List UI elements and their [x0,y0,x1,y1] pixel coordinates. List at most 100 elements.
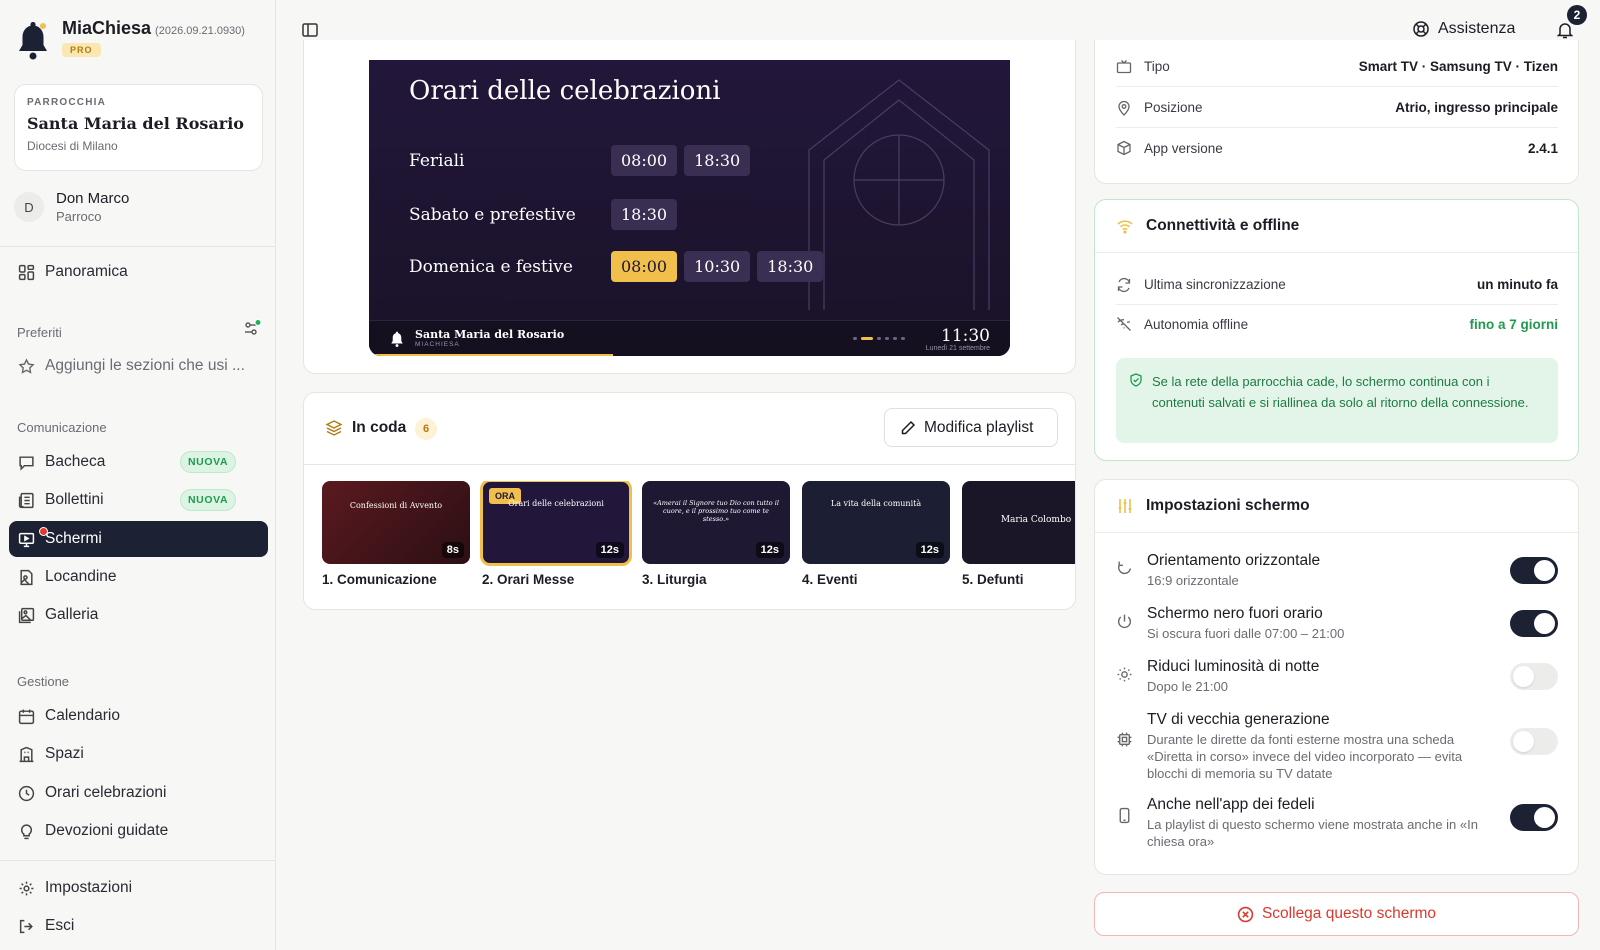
setting-black-screen: Schermo nero fuori orario Si oscura fuor… [1116,605,1558,642]
offline-note-text: Se la rete della parrocchia cade, lo sch… [1152,374,1529,410]
edit-playlist-button[interactable]: Modifica playlist [884,408,1058,447]
settings-header: Impostazioni schermo [1095,480,1578,533]
power-icon [1117,614,1132,629]
queue-thumb-title: «Amerai il Signore tuo Dio con tutto il … [653,499,779,523]
unlink-screen-button[interactable]: Scollega questo schermo [1094,892,1579,936]
queue-item-current[interactable]: ORA Orari delle celebrazioni 12s 2. Orar… [480,481,632,587]
info-value: fino a 7 giorni [1469,316,1558,332]
screen-settings-card: Impostazioni schermo Orientamento orizzo… [1094,479,1579,875]
setting-desc: Dopo le 21:00 [1147,679,1228,694]
queue-thumb-image: Maria Colombo [962,481,1075,564]
queue-thumb-image: «Amerai il Signore tuo Dio con tutto il … [642,481,790,564]
connectivity-title: Connettività e offline [1146,217,1300,234]
nav-bollettini[interactable]: Bollettini NUOVA [9,482,268,518]
customize-icon[interactable] [243,319,261,337]
sliders-icon [1118,499,1132,513]
nav-locandine[interactable]: Locandine [9,559,268,595]
brand: MiaChiesa (2026.09.21.0930) PRO [16,18,245,62]
nav-devozioni[interactable]: Devozioni guidate [9,813,268,849]
sidebar: MiaChiesa (2026.09.21.0930) PRO PARROCCHI… [0,0,276,950]
nav-overview[interactable]: Panoramica [9,254,268,290]
tv-title: Orari delle celebrazioni [409,76,721,106]
favorites-label: Preferiti [17,325,62,340]
queue-header: In coda 6 Modifica playlist [304,393,1075,465]
nav-spazi[interactable]: Spazi [9,736,268,772]
legacy-tv-toggle[interactable] [1510,728,1558,755]
nav-orari-label: Orari celebrazioni [45,784,167,801]
star-icon [18,357,35,374]
nav-impostazioni[interactable]: Impostazioni [9,870,268,906]
info-label: Tipo [1144,59,1170,74]
help-button[interactable]: Assistenza [1412,20,1515,38]
black-screen-toggle[interactable] [1510,610,1558,637]
nav-add-favorites[interactable]: Aggiungi le sezioni che usi ... [9,348,268,384]
time-pill-current: 08:00 [611,251,678,282]
setting-legacy-tv: TV di vecchia generazione Durante le dir… [1116,711,1558,782]
queue-item[interactable]: Maria Colombo 5. Defunti [962,481,1075,587]
time-pill: 10:30 [684,251,751,282]
app-faithful-toggle[interactable] [1510,804,1558,831]
info-row-offline: Autonomia offline fino a 7 giorni [1116,304,1558,344]
tv-row-label: Sabato e prefestive [409,204,576,225]
connectivity-header: Connettività e offline [1095,200,1578,253]
setting-title: Orientamento orizzontale [1147,552,1321,569]
duration-badge: 12s [915,542,944,558]
edit-playlist-label: Modifica playlist [924,418,1034,436]
queue-thumb-title: Orari delle celebrazioni [508,499,604,508]
lifebuoy-icon [1413,21,1429,37]
new-badge: NUOVA [180,489,237,511]
nav-orari[interactable]: Orari celebrazioni [9,775,268,811]
parish-name: Santa Maria del Rosario [27,114,244,133]
tv-icon [1116,59,1132,73]
setting-title: Schermo nero fuori orario [1147,605,1323,622]
duration-badge: 8s [441,542,464,558]
favorites-hint: Aggiungi le sezioni che usi ... [45,357,245,374]
clock-icon [18,785,35,801]
queue-item-caption: 5. Defunti [962,572,1024,587]
parish-caption: PARROCCHIA [27,97,107,108]
info-value: Smart TV · Samsung TV · Tizen [1358,59,1558,74]
time-pill: 18:30 [611,199,678,230]
parish-card[interactable]: PARROCCHIA Santa Maria del Rosario Dioce… [14,84,263,171]
rotate-icon [1118,561,1132,575]
info-value: Atrio, ingresso principale [1395,100,1558,115]
queue-item[interactable]: Confessioni di Avvento 8s 1. Comunicazio… [322,481,470,587]
queue-item[interactable]: La vita della comunità 12s 4. Eventi [802,481,950,587]
nav-bacheca[interactable]: Bacheca NUOVA [9,444,268,480]
nav-schermi-label: Schermi [45,530,102,547]
nav-esci[interactable]: Esci [9,908,268,944]
info-label: Posizione [1144,100,1203,115]
queue-thumb-image: ORA Orari delle celebrazioni 12s [480,481,632,566]
nav-schermi[interactable]: Schermi [9,521,268,557]
queue-thumb-image: La vita della comunità 12s [802,481,950,564]
nav-galleria[interactable]: Galleria [9,597,268,633]
nav-devozioni-label: Devozioni guidate [45,822,169,839]
user-profile[interactable]: D Don Marco Parroco [14,190,129,224]
orientation-toggle[interactable] [1510,557,1558,584]
alert-dot [39,527,48,536]
gallery-icon [18,607,35,623]
tv-brand: MIACHIESA [415,341,460,348]
gear-icon [19,881,34,895]
wifi-off-icon [1117,317,1131,331]
queue-item-caption: 3. Liturgia [642,572,707,587]
screen-preview-card: Orari delle celebrazioni Feriali 08:00 1… [303,40,1076,374]
screen-icon [18,532,35,547]
sidebar-toggle-icon[interactable] [301,21,319,39]
queue-item[interactable]: «Amerai il Signore tuo Dio con tutto il … [642,481,790,587]
app-version: (2026.09.21.0930) [155,25,245,37]
setting-orientation: Orientamento orizzontale 16:9 orizzontal… [1116,552,1558,589]
bell-logo-icon [391,331,403,347]
avatar: D [14,192,44,222]
tv-row-sabato: Sabato e prefestive 18:30 [409,199,684,230]
info-label: Autonomia offline [1144,316,1249,332]
queue-count-badge: 6 [415,418,437,440]
nav-calendario[interactable]: Calendario [9,698,268,734]
notification-count: 2 [1567,5,1587,25]
divider [0,860,276,861]
queue-item-caption: 2. Orari Messe [482,572,575,587]
setting-title: TV di vecchia generazione [1147,711,1330,728]
queue-title: In coda [352,419,407,436]
chip-icon [1117,732,1132,747]
night-brightness-toggle[interactable] [1510,663,1558,690]
